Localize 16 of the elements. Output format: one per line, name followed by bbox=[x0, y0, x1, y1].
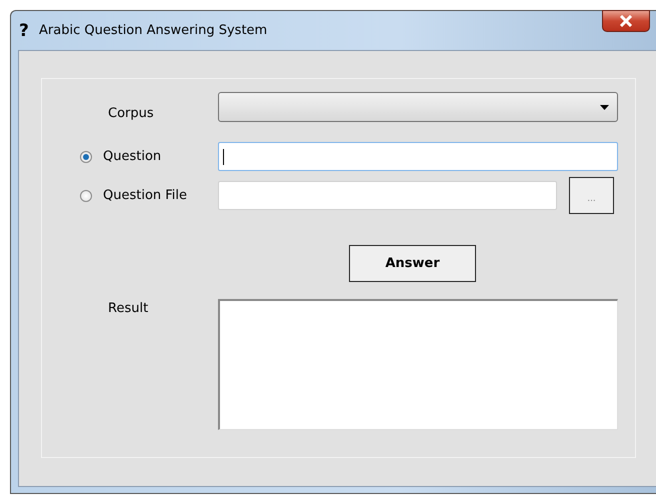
caret-icon bbox=[600, 105, 609, 110]
result-label: Result bbox=[107, 300, 150, 316]
answer-button[interactable]: Answer bbox=[349, 245, 476, 282]
input-field[interactable] bbox=[218, 181, 557, 210]
radio-button[interactable] bbox=[80, 190, 92, 202]
radio-button[interactable] bbox=[80, 150, 92, 162]
corpus-label: Corpus bbox=[107, 105, 155, 121]
app-icon: ? bbox=[19, 20, 33, 40]
close-button[interactable] bbox=[602, 10, 650, 32]
close-icon bbox=[619, 15, 633, 27]
input-field[interactable] bbox=[218, 142, 618, 171]
result-box[interactable] bbox=[218, 299, 618, 430]
window-title: Arabic Question Answering System bbox=[39, 23, 268, 38]
option-label: Question File bbox=[103, 188, 188, 203]
corpus-dropdown[interactable] bbox=[218, 92, 618, 122]
option-label: Question bbox=[103, 149, 162, 164]
